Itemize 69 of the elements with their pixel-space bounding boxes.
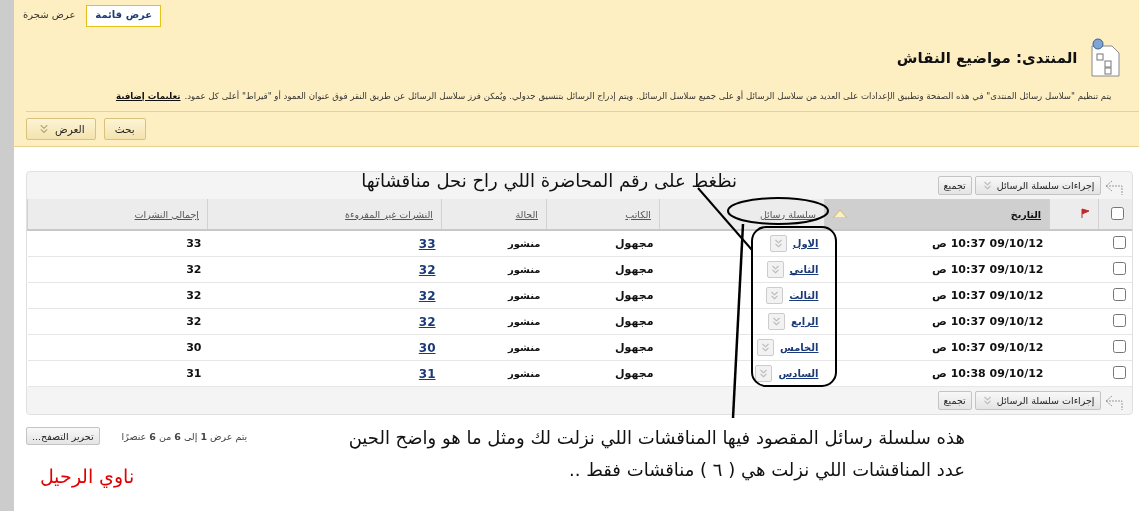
- page-description: يتم تنظيم "سلاسل رسائل المنتدى" في هذه الصفحة وتطبيق الإعدادات على العديد من سلاسل الرسائل أو على جميع سلاسل الرسائل. ويتم إدراج الرسائل بتنسيق جدولي. ويُمكن فرز سلاسل الرسائل عن طريق النقر فوق عنوان العمود أو "قيراط" أعلى كل عمود.: [184, 91, 1112, 101]
- search-button[interactable]: بحث: [103, 118, 146, 140]
- thread-link[interactable]: الثاني: [789, 264, 819, 275]
- column-header-link[interactable]: سلسلة رسائل: [759, 208, 816, 220]
- row-checkbox[interactable]: [1112, 365, 1126, 379]
- view-menu-button[interactable]: العرض: [26, 118, 96, 140]
- status-text: منشور: [508, 368, 541, 379]
- status-text: منشور: [508, 264, 541, 275]
- date-text: 09/10/12 10:37 ص: [932, 341, 1044, 354]
- total-count-text: 30: [186, 341, 202, 354]
- thread-link[interactable]: الثالث: [789, 290, 819, 301]
- collect-button[interactable]: تجميع: [937, 176, 972, 195]
- status-text: منشور: [508, 238, 541, 249]
- status-text: منشور: [508, 342, 541, 353]
- help-link[interactable]: تعليمات إضافية: [115, 91, 181, 101]
- total-count-text: 33: [186, 237, 202, 250]
- author-text: مجهول: [615, 341, 654, 354]
- author-text: مجهول: [615, 237, 654, 250]
- annotation-text: هذه سلسلة رسائل المقصود فيها المناقشات اللي نزلت لك ومثل ما هو واضح الحين: [348, 426, 965, 451]
- select-all-checkbox[interactable]: [1110, 206, 1124, 220]
- flag-icon: [1080, 208, 1090, 218]
- unread-count-link[interactable]: 31: [418, 366, 436, 381]
- column-header-link[interactable]: الحالة: [515, 208, 538, 220]
- total-count-text: 32: [186, 289, 202, 302]
- double-chevron-icon: [759, 341, 772, 354]
- total-count-text: 32: [186, 315, 202, 328]
- row-checkbox[interactable]: [1112, 235, 1126, 249]
- signature-text: ناوي الرحيل: [40, 465, 135, 487]
- date-text: 09/10/12 10:37 ص: [932, 289, 1044, 302]
- annotation-text: عدد المناقشات اللي نزلت هي ( ٦ ) مناقشات فقط ..: [569, 458, 965, 483]
- column-header-link[interactable]: الكاتب: [625, 208, 651, 220]
- date-text: 09/10/12 10:37 ص: [932, 315, 1044, 328]
- status-text: منشور: [508, 290, 541, 301]
- thread-actions-menu[interactable]: إجراءات سلسلة الرسائل: [974, 391, 1101, 410]
- column-header-link[interactable]: التاريخ: [1010, 208, 1041, 220]
- sort-ascending-icon: [833, 210, 847, 218]
- column-header-link[interactable]: النشرات غير المقروءة: [345, 208, 433, 220]
- author-text: مجهول: [615, 289, 654, 302]
- total-count-text: 31: [186, 367, 202, 380]
- total-count-text: 32: [186, 263, 202, 276]
- unread-count-link[interactable]: 32: [418, 314, 436, 329]
- row-checkbox[interactable]: [1112, 313, 1126, 327]
- author-text: مجهول: [615, 263, 654, 276]
- unread-count-link[interactable]: 32: [418, 288, 436, 303]
- edit-paging-button[interactable]: تحرير التصفح...: [26, 427, 100, 445]
- unread-count-link[interactable]: 32: [418, 262, 436, 277]
- column-header-link[interactable]: إجمالي النشرات: [134, 208, 199, 220]
- date-text: 09/10/12 10:37 ص: [932, 237, 1044, 250]
- double-chevron-icon: [37, 122, 51, 136]
- thread-actions-menu[interactable]: إجراءات سلسلة الرسائل: [974, 176, 1101, 195]
- thread-link[interactable]: الخامس: [780, 342, 819, 353]
- author-text: مجهول: [615, 367, 654, 380]
- thread-link[interactable]: الرابع: [791, 316, 819, 327]
- annotation-text: نظغط على رقم المحاضرة اللي راح نحل مناقشاتها: [361, 170, 737, 191]
- collect-button[interactable]: تجميع: [937, 391, 972, 410]
- unread-count-link[interactable]: 33: [418, 236, 436, 251]
- date-text: 09/10/12 10:37 ص: [932, 263, 1044, 276]
- thread-link[interactable]: السادس: [778, 368, 819, 379]
- author-text: مجهول: [615, 315, 654, 328]
- page-title: المنتدى: مواضيع النقاش: [896, 49, 1078, 67]
- view-tab[interactable]: عرض شجرة: [14, 5, 85, 27]
- date-text: 09/10/12 10:38 ص: [932, 367, 1044, 380]
- status-text: منشور: [508, 316, 541, 327]
- unread-count-link[interactable]: 30: [418, 340, 436, 355]
- row-checkbox[interactable]: [1112, 339, 1126, 353]
- row-checkbox[interactable]: [1112, 261, 1126, 275]
- thread-link[interactable]: الاول: [792, 238, 819, 249]
- view-tab[interactable]: عرض قائمة: [86, 5, 162, 27]
- row-checkbox[interactable]: [1112, 287, 1126, 301]
